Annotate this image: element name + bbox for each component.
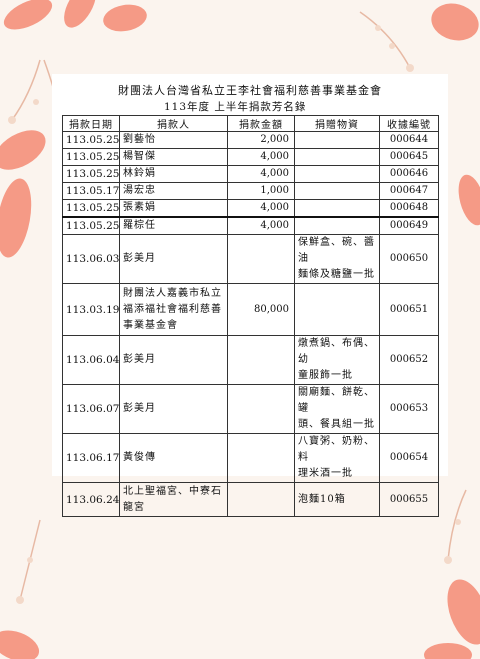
cell-receipt: 000655 [379,482,439,517]
table-row: 113.05.25 張素娟 4,000 000648 [62,199,439,218]
cell-receipt: 000647 [379,182,439,200]
cell-date: 113.06.03 [62,234,120,284]
table-row: 113.06.03 彭美月 保鮮盒、碗、醬油 麵條及糖鹽一批 000650 [62,234,439,284]
table-header-row: 捐款日期 捐款人 捐款金額 捐贈物資 收據編號 [62,115,439,132]
table-row: 113.05.25 楊智傑 4,000 000645 [62,148,439,166]
cell-receipt: 000644 [379,131,439,149]
cell-receipt: 000648 [379,199,439,218]
cell-amount [227,384,295,434]
cell-receipt: 000646 [379,165,439,183]
cell-receipt: 000654 [379,433,439,483]
cell-donor: 張素娟 [119,199,228,218]
cell-date: 113.05.25 [62,148,120,166]
table-row: 113.06.07 彭美月 關廟麵、餅乾、罐 頭、餐具組一批 000653 [62,384,439,434]
cell-goods: 關廟麵、餅乾、罐 頭、餐具組一批 [294,384,380,434]
table-row: 113.06.17 黃俊傳 八寶粥、奶粉、料 理米酒一批 000654 [62,433,439,483]
cell-receipt: 000649 [379,216,439,235]
cell-goods [294,283,380,336]
cell-amount: 4,000 [227,216,295,235]
cell-date: 113.03.19 [62,283,120,336]
table-row: 113.06.04 彭美月 燉煮鍋、布偶、幼 童服飾一批 000652 [62,335,439,385]
cell-amount: 4,000 [227,165,295,183]
cell-goods [294,148,380,166]
cell-amount: 2,000 [227,131,295,149]
cell-date: 113.05.25 [62,131,120,149]
column-header-goods: 捐贈物資 [294,115,380,132]
cell-amount: 80,000 [227,283,295,336]
cell-amount [227,482,295,517]
column-header-donor: 捐款人 [119,115,228,132]
cell-date: 113.06.04 [62,335,120,385]
cell-amount [227,234,295,284]
column-header-receipt: 收據編號 [379,115,439,132]
table-row: 113.05.25 劉藝怡 2,000 000644 [62,131,439,149]
cell-donor: 彭美月 [119,234,228,284]
cell-amount: 1,000 [227,182,295,200]
cell-amount [227,433,295,483]
cell-goods: 泡麵10箱 [294,482,380,517]
cell-goods [294,131,380,149]
table-row: 113.05.25 林鈴娟 4,000 000646 [62,165,439,183]
cell-donor: 財團法人嘉義市私立 福添福社會福利慈善 事業基金會 [119,283,228,336]
cell-receipt: 000645 [379,148,439,166]
cell-amount: 4,000 [227,148,295,166]
cell-date: 113.05.17 [62,182,120,200]
cell-donor: 黃俊傳 [119,433,228,483]
cell-receipt: 000653 [379,384,439,434]
table-row: 113.03.19 財團法人嘉義市私立 福添福社會福利慈善 事業基金會 80,0… [62,283,439,336]
cell-date: 113.06.17 [62,433,120,483]
cell-donor: 湯宏忠 [119,182,228,200]
column-header-amount: 捐款金額 [227,115,295,132]
cell-receipt: 000652 [379,335,439,385]
cell-amount: 4,000 [227,199,295,218]
cell-date: 113.05.25 [62,216,120,235]
cell-donor: 北上聖福宮、中寮石 龍宮 [119,482,228,517]
document-title: 財團法人台灣省私立王李社會福利慈善事業基金會 [118,84,382,97]
cell-goods [294,165,380,183]
cell-date: 113.05.25 [62,165,120,183]
cell-date: 113.05.25 [62,199,120,218]
cell-goods [294,182,380,200]
cell-donor: 彭美月 [119,335,228,385]
donation-table: 捐款日期 捐款人 捐款金額 捐贈物資 收據編號 113.05.25 劉藝怡 2,… [62,115,439,517]
cell-goods: 燉煮鍋、布偶、幼 童服飾一批 [294,335,380,385]
cell-donor: 林鈴娟 [119,165,228,183]
table-row: 113.05.25 羅棕任 4,000 000649 [62,216,439,235]
cell-goods: 保鮮盒、碗、醬油 麵條及糖鹽一批 [294,234,380,284]
cell-goods: 八寶粥、奶粉、料 理米酒一批 [294,433,380,483]
cell-goods [294,216,380,235]
document-subtitle: 113年度 上半年捐款芳名錄 [164,101,307,113]
table-row: 113.05.17 湯宏忠 1,000 000647 [62,182,439,200]
cell-receipt: 000650 [379,234,439,284]
donation-document: 財團法人台灣省私立王李社會福利慈善事業基金會 113年度 上半年捐款芳名錄 捐款… [52,74,448,517]
table-row: 113.06.24 北上聖福宮、中寮石 龍宮 泡麵10箱 000655 [62,482,439,517]
cell-donor: 彭美月 [119,384,228,434]
cell-donor: 羅棕任 [119,216,228,235]
cell-amount [227,335,295,385]
cell-goods [294,199,380,218]
column-header-date: 捐款日期 [62,115,120,132]
cell-receipt: 000651 [379,283,439,336]
cell-donor: 劉藝怡 [119,131,228,149]
cell-date: 113.06.07 [62,384,120,434]
cell-date: 113.06.24 [62,482,120,517]
cell-donor: 楊智傑 [119,148,228,166]
